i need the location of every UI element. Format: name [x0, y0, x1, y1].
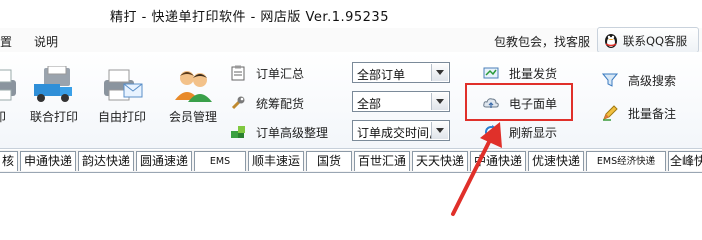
tab-yousu[interactable]: 优速快递 — [528, 151, 584, 171]
qq-penguin-icon — [605, 34, 617, 48]
order-status-select[interactable]: 全部订单 — [352, 62, 450, 83]
filter-icon — [602, 73, 618, 87]
tab-ems-economy[interactable]: EMS经济快递 — [586, 151, 666, 171]
tab-national[interactable]: 国货 — [306, 151, 352, 171]
refresh-icon — [485, 125, 498, 138]
wrench-icon — [231, 96, 245, 110]
tab-yunda[interactable]: 韵达快递 — [78, 151, 134, 171]
tab-best[interactable]: 百世汇通 — [354, 151, 410, 171]
free-print-button[interactable]: 自由打印 — [92, 52, 152, 132]
order-status-value: 全部订单 — [357, 68, 406, 82]
help-text: 包教包会，找客服 — [494, 35, 591, 49]
advanced-order-button[interactable]: 订单高级整理 — [230, 122, 340, 142]
chevron-down-icon — [431, 122, 448, 139]
order-summary-label: 订单汇总 — [256, 67, 305, 81]
batch-remark-button[interactable]: 批量备注 — [602, 103, 697, 123]
courier-tab-bar: 核 申通快递 韵达快递 圆通速递 EMS 顺丰速运 国货 百世汇通 天天快递 中… — [0, 150, 702, 173]
scope-value: 全部 — [357, 97, 382, 111]
menu-item-settings[interactable]: 置 — [0, 33, 12, 50]
tab-tiantian[interactable]: 天天快递 — [412, 151, 468, 171]
title-bar: 精打 - 快递单打印软件 - 网店版 Ver.1.95235 — [0, 0, 702, 28]
tab-review[interactable]: 核 — [0, 151, 18, 171]
clipboard-icon — [231, 65, 245, 81]
members-icon — [175, 71, 212, 102]
tab-sf[interactable]: 顺丰速运 — [248, 151, 304, 171]
refresh-button[interactable]: 刷新显示 — [483, 122, 573, 142]
window-title: 精打 - 快递单打印软件 - 网店版 Ver.1.95235 — [110, 10, 389, 25]
chevron-down-icon — [431, 64, 448, 81]
ship-icon — [483, 67, 499, 79]
member-management-label: 会员管理 — [168, 110, 217, 124]
refresh-label: 刷新显示 — [509, 126, 558, 140]
batch-remark-label: 批量备注 — [628, 107, 677, 121]
advanced-search-label: 高级搜索 — [628, 74, 677, 88]
contact-qq-button[interactable]: 联系QQ客服 — [597, 27, 699, 53]
sort-field-select[interactable]: 订单成交时间, — [352, 120, 450, 141]
highlight-box — [465, 83, 573, 121]
batch-ship-button[interactable]: 批量发货 — [483, 63, 573, 83]
tab-zto[interactable]: 中通快递 — [470, 151, 526, 171]
pencil-icon — [603, 105, 618, 121]
free-print-label: 自由打印 — [97, 110, 146, 124]
blocks-icon — [231, 126, 245, 138]
tab-yto[interactable]: 圆通速递 — [136, 151, 192, 171]
scope-select[interactable]: 全部 — [352, 91, 450, 112]
qq-button-label: 联系QQ客服 — [623, 34, 688, 48]
tab-quanfeng[interactable]: 全峰快 — [668, 151, 702, 171]
advanced-search-button[interactable]: 高级搜索 — [602, 70, 697, 90]
allocation-label: 统筹配货 — [256, 97, 305, 111]
truck-printer-icon — [34, 66, 72, 102]
tab-sto[interactable]: 申通快递 — [20, 151, 76, 171]
advanced-order-label: 订单高级整理 — [256, 126, 329, 140]
chevron-down-icon — [431, 93, 448, 110]
content-area — [0, 173, 702, 236]
allocation-button[interactable]: 统筹配货 — [230, 93, 340, 113]
batch-ship-label: 批量发货 — [509, 67, 558, 81]
print-tool-label: 印 — [0, 108, 22, 125]
print-tool-button[interactable]: 印 — [0, 52, 22, 132]
order-summary-button[interactable]: 订单汇总 — [230, 63, 340, 83]
combined-print-button[interactable]: 联合打印 — [24, 52, 84, 132]
member-management-button[interactable]: 会员管理 — [162, 52, 224, 132]
combined-print-label: 联合打印 — [29, 110, 78, 124]
printer-icon — [0, 69, 16, 101]
toolbar: 印 联合打印 自由打印 会员管理 — [0, 52, 702, 149]
printer-envelope-icon — [104, 69, 143, 101]
menu-item-help[interactable]: 说明 — [34, 33, 58, 50]
tab-ems[interactable]: EMS — [194, 151, 246, 171]
sort-field-value: 订单成交时间, — [357, 126, 431, 140]
